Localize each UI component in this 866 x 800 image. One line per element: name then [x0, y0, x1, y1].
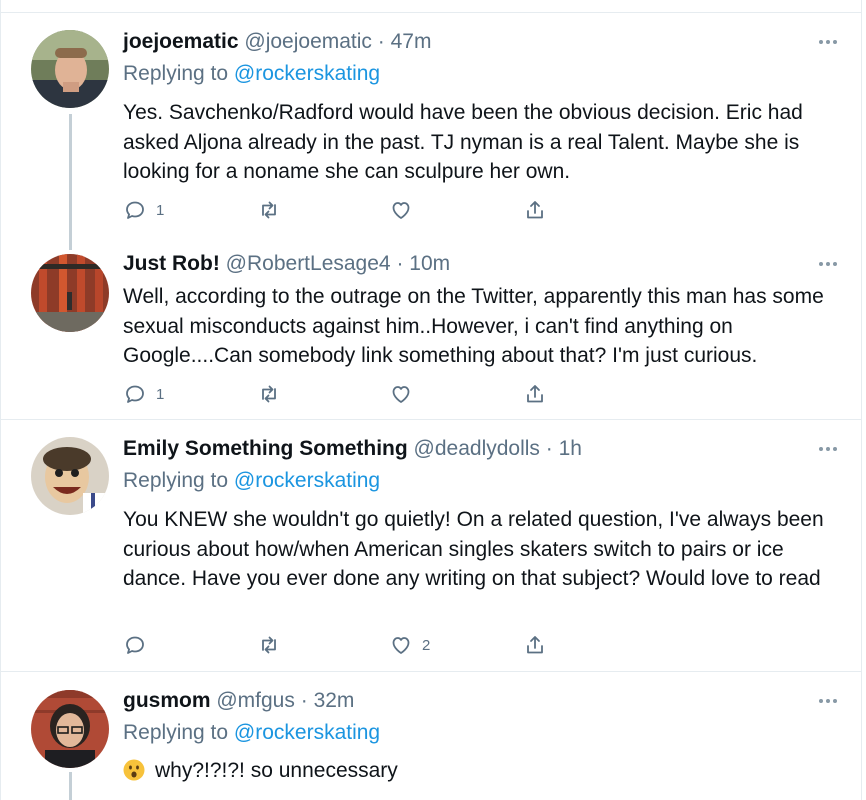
tweet[interactable]: Just Rob! @RobertLesage4 · 10m Well, acc… [1, 230, 861, 420]
tweet[interactable]: gusmom @mfgus · 32m Replying to @rockers… [1, 672, 861, 800]
display-name[interactable]: joejoematic [123, 30, 239, 53]
more-options-icon[interactable] [819, 261, 839, 267]
like-count: 2 [422, 636, 431, 654]
replying-to: Replying to @rockerskating [123, 721, 380, 745]
tweet-text: Well, according to the outrage on the Tw… [123, 285, 824, 367]
user-handle[interactable]: @mfgus [216, 689, 295, 712]
reply-button[interactable]: 1 [123, 381, 164, 407]
display-name[interactable]: gusmom [123, 689, 211, 712]
tweet-text: why?!?!?! so unnecessary [155, 759, 398, 782]
replying-to-label: Replying to [123, 469, 229, 492]
tweet-header: joejoematic @joejoematic · 47m [123, 30, 431, 54]
tweet-feed: joejoematic @joejoematic · 47m Replying … [0, 0, 862, 800]
timestamp[interactable]: 47m [391, 30, 432, 53]
tweet[interactable]: joejoematic @joejoematic · 47m Replying … [1, 0, 861, 250]
tweet-text-row: why?!?!?! so unnecessary [123, 756, 843, 786]
retweet-button[interactable] [257, 197, 290, 223]
tweet-text: You KNEW she wouldn't go quietly! On a r… [123, 508, 824, 590]
separator-dot: · [377, 30, 385, 53]
avatar[interactable] [31, 690, 109, 768]
share-icon [527, 636, 543, 654]
separator-dot: · [545, 437, 553, 460]
user-handle[interactable]: @deadlydolls [414, 437, 540, 460]
replying-to-mention[interactable]: @rockerskating [234, 62, 380, 85]
reply-icon [126, 201, 144, 219]
share-button[interactable] [523, 381, 547, 407]
user-handle[interactable]: @joejoematic [244, 30, 372, 53]
tweet[interactable]: Emily Something Something @deadlydolls ·… [1, 420, 861, 671]
thread-line [69, 772, 72, 800]
display-name[interactable]: Just Rob! [123, 252, 220, 275]
reply-count: 1 [156, 201, 165, 219]
replying-to-mention[interactable]: @rockerskating [234, 469, 380, 492]
replying-to: Replying to @rockerskating [123, 469, 380, 493]
reply-button[interactable]: 1 [123, 197, 164, 223]
retweet-button[interactable] [257, 381, 290, 407]
more-options-icon[interactable] [819, 39, 839, 45]
heart-icon [392, 637, 410, 654]
separator-dot: · [396, 252, 404, 275]
share-icon [527, 385, 543, 403]
retweet-icon [262, 636, 276, 654]
replying-to-mention[interactable]: @rockerskating [234, 721, 380, 744]
avatar[interactable] [31, 254, 109, 332]
tweet-header: gusmom @mfgus · 32m [123, 689, 354, 713]
reply-icon [126, 636, 144, 654]
astonished-face-icon [123, 759, 145, 781]
tweet-text: Yes. Savchenko/Radford would have been t… [123, 101, 803, 183]
retweet-icon [262, 201, 276, 219]
replying-to-label: Replying to [123, 721, 229, 744]
share-button[interactable] [523, 197, 547, 223]
like-button[interactable]: 2 [389, 632, 430, 658]
heart-icon [392, 386, 410, 403]
retweet-button[interactable] [257, 632, 290, 658]
like-button[interactable] [389, 381, 422, 407]
user-handle[interactable]: @RobertLesage4 [226, 252, 391, 275]
avatar[interactable] [31, 30, 109, 108]
more-options-icon[interactable] [819, 698, 839, 704]
retweet-icon [262, 385, 276, 403]
tweet-header: Emily Something Something @deadlydolls ·… [123, 437, 582, 461]
separator-dot: · [300, 689, 308, 712]
tweet-header: Just Rob! @RobertLesage4 · 10m [123, 252, 450, 276]
share-icon [527, 201, 543, 219]
replying-to: Replying to @rockerskating [123, 62, 380, 86]
more-options-icon[interactable] [819, 446, 839, 452]
display-name[interactable]: Emily Something Something [123, 437, 408, 460]
like-button[interactable] [389, 197, 422, 223]
timestamp[interactable]: 32m [314, 689, 355, 712]
reply-icon [126, 385, 144, 403]
share-button[interactable] [523, 632, 547, 658]
avatar[interactable] [31, 437, 109, 515]
replying-to-label: Replying to [123, 62, 229, 85]
reply-button[interactable] [123, 632, 156, 658]
reply-count: 1 [156, 385, 165, 403]
timestamp[interactable]: 1h [559, 437, 582, 460]
heart-icon [392, 202, 410, 219]
timestamp[interactable]: 10m [409, 252, 450, 275]
